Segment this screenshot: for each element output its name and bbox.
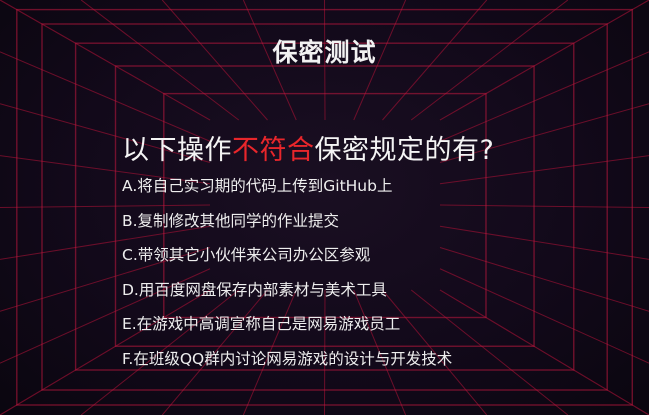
option-a: A.将自己实习期的代码上传到GitHub上 bbox=[122, 177, 393, 195]
question-highlight: 不符合 bbox=[232, 135, 315, 166]
question-prefix: 以下操作 bbox=[122, 135, 232, 166]
option-b: B.复制修改其他同学的作业提交 bbox=[122, 211, 340, 230]
grid-ray-right bbox=[439, 204, 649, 208]
answer-options-list: A.将自己实习期的代码上传到GitHub上 B.复制修改其他同学的作业提交 C.… bbox=[122, 175, 452, 382]
option-f: F.在班级QQ群内讨论网易游戏的设计与开发技术 bbox=[122, 349, 453, 368]
slide: 保密测试 以下操作不符合保密规定的有? A.将自己实习期的代码上传到GitHub… bbox=[0, 0, 649, 415]
option-d: D.用百度网盘保存内部素材与美术工具 bbox=[122, 280, 387, 299]
grid-ray-right bbox=[439, 268, 649, 364]
slide-title: 保密测试 bbox=[272, 38, 377, 67]
grid-ray-right bbox=[439, 225, 649, 260]
option-e: E.在游戏中高调宣称自己是网易游戏员工 bbox=[122, 315, 401, 333]
grid-ray-right bbox=[439, 247, 649, 312]
option-c: C.带领其它小伙伴来公司办公区参观 bbox=[122, 246, 371, 264]
question-suffix: 保密规定的有? bbox=[314, 135, 495, 166]
question-text: 以下操作不符合保密规定的有? bbox=[122, 128, 494, 167]
